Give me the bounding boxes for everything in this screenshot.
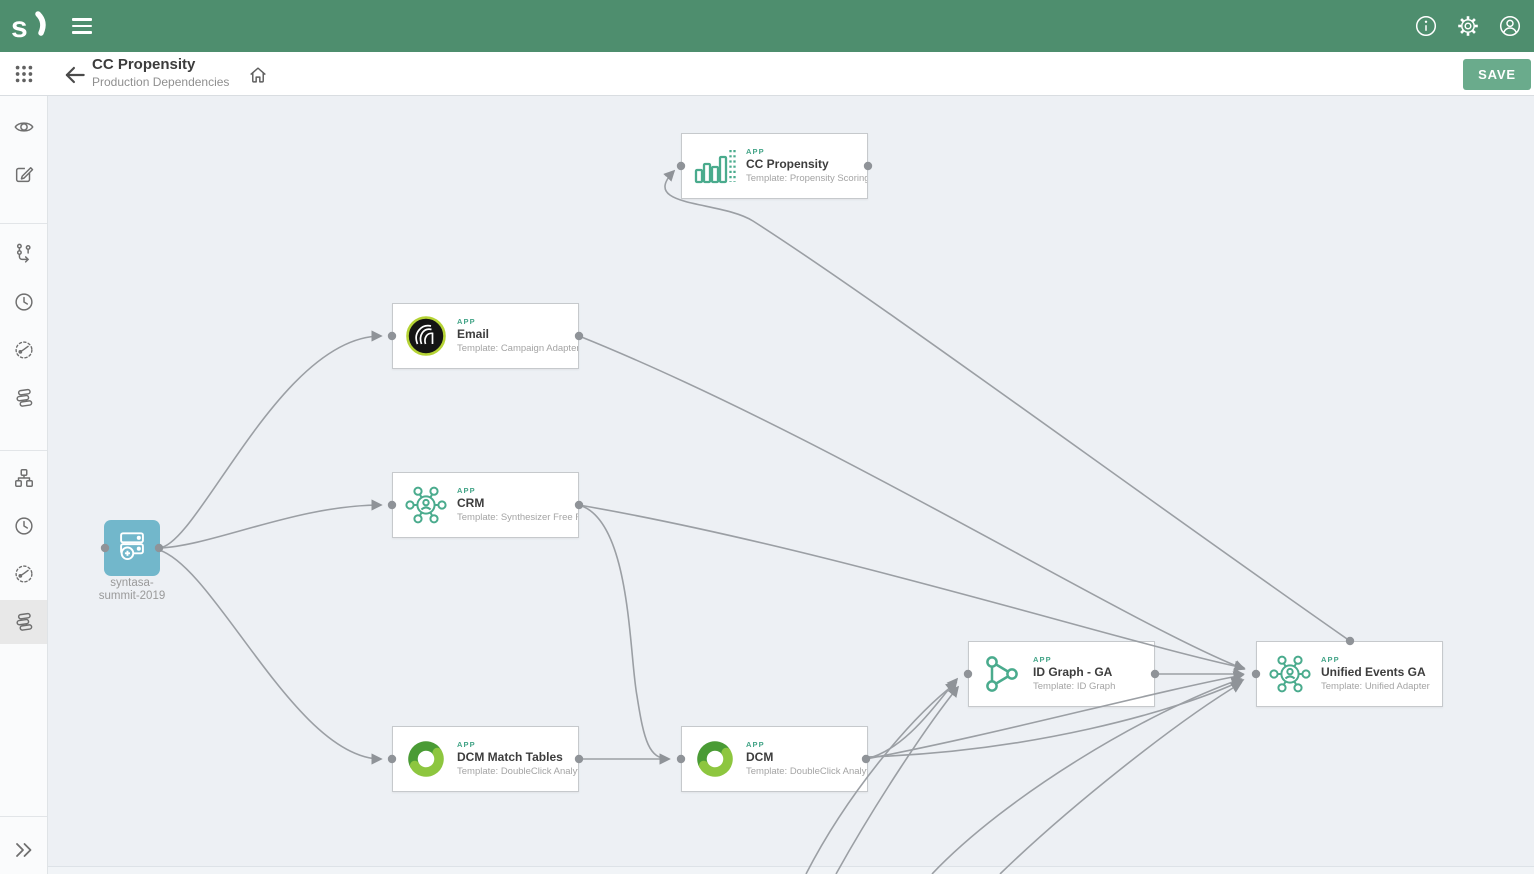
node-text: APPDCMTemplate: DoubleClick Analytics Ad… <box>746 740 867 778</box>
node-template: Template: Campaign Adapter <box>457 342 578 355</box>
canvas-bottom-edge <box>48 866 1534 874</box>
expand-sidebar-icon[interactable] <box>0 828 47 872</box>
tool-sidebar <box>0 52 48 874</box>
node-text: APPUnified Events GATemplate: Unified Ad… <box>1321 655 1430 693</box>
node-title: Email <box>457 327 578 342</box>
node-id-graph-ga[interactable]: APPID Graph - GATemplate: ID Graph <box>968 641 1155 707</box>
flow-icon[interactable] <box>0 231 47 275</box>
email-logo-icon <box>404 314 448 358</box>
home-icon[interactable] <box>247 64 269 86</box>
edge-unified-events-ga-to-cc-propensity <box>665 171 1350 641</box>
node-title: Unified Events GA <box>1321 665 1430 680</box>
stack-icon[interactable] <box>0 600 47 644</box>
schema-icon[interactable] <box>0 456 47 500</box>
database-add-icon <box>112 526 152 571</box>
edge-source-to-dcm-match-tables <box>159 550 381 759</box>
node-template: Template: ID Graph <box>1033 680 1115 693</box>
node-text: APPCRMTemplate: Synthesizer Free Form <box>457 486 578 524</box>
node-title: CRM <box>457 496 578 511</box>
node-text: APPEmailTemplate: Campaign Adapter <box>457 317 578 355</box>
page-header: CC Propensity Production Dependencies SA… <box>0 52 1534 96</box>
node-type-label: APP <box>457 740 578 750</box>
node-template: Template: Unified Adapter <box>1321 680 1430 693</box>
node-type-label: APP <box>457 317 578 327</box>
node-title: DCM <box>746 750 867 765</box>
node-type-label: APP <box>1321 655 1430 665</box>
node-type-label: APP <box>746 740 867 750</box>
node-cc-propensity[interactable]: APPCC PropensityTemplate: Propensity Sco… <box>681 133 868 199</box>
settings-gear-icon[interactable] <box>1456 14 1480 38</box>
back-arrow-icon[interactable] <box>62 62 88 88</box>
network-icon <box>404 483 448 527</box>
node-title: DCM Match Tables <box>457 750 578 765</box>
edge-source-to-email <box>159 336 381 548</box>
top-app-bar: s <box>0 0 1534 52</box>
node-text: APPCC PropensityTemplate: Propensity Sco… <box>746 147 867 185</box>
edge-offscreen-bottom-to-unified-events-ga <box>932 679 1241 874</box>
node-template: Template: DoubleClick Analytics Adapter <box>457 765 578 778</box>
node-type-label: APP <box>1033 655 1115 665</box>
sidebar-divider <box>0 816 47 817</box>
node-title: ID Graph - GA <box>1033 665 1115 680</box>
node-template: Template: DoubleClick Analytics Adapter <box>746 765 867 778</box>
history-icon[interactable] <box>0 504 47 548</box>
node-email[interactable]: APPEmailTemplate: Campaign Adapter <box>392 303 579 369</box>
gauge-icon[interactable] <box>0 328 47 372</box>
menu-icon[interactable] <box>62 6 102 46</box>
source-node-syntasa-summit-2019[interactable] <box>104 520 160 576</box>
propensity-chart-icon <box>693 144 737 188</box>
history-icon[interactable] <box>0 280 47 324</box>
node-dcm[interactable]: APPDCMTemplate: DoubleClick Analytics Ad… <box>681 726 868 792</box>
edge-crm-to-dcm <box>579 505 669 759</box>
visibility-icon[interactable] <box>0 105 47 149</box>
node-type-label: APP <box>746 147 867 157</box>
edit-icon[interactable] <box>0 152 47 196</box>
apps-grid-icon[interactable] <box>0 52 48 96</box>
sidebar-divider <box>0 450 47 451</box>
node-title: CC Propensity <box>746 157 867 172</box>
save-button[interactable]: SAVE <box>1463 59 1531 90</box>
node-template: Template: Synthesizer Free Form <box>457 511 578 524</box>
syntasa-logo: s <box>8 6 54 46</box>
svg-text:s: s <box>11 11 28 44</box>
stack-icon[interactable] <box>0 376 47 420</box>
network-icon <box>1268 652 1312 696</box>
idgraph-icon <box>980 652 1024 696</box>
edge-dcm-to-id-graph-ga <box>866 679 957 759</box>
page-title: CC Propensity <box>92 55 229 74</box>
page-subtitle: Production Dependencies <box>92 74 229 90</box>
edge-offscreen-bottom-to-unified-events-ga <box>1000 683 1241 874</box>
edge-source-to-crm <box>159 505 381 548</box>
info-icon[interactable] <box>1414 14 1438 38</box>
edge-email-to-unified-events-ga <box>579 336 1244 669</box>
account-icon[interactable] <box>1498 14 1522 38</box>
node-text: APPID Graph - GATemplate: ID Graph <box>1033 655 1115 693</box>
node-dcm-match-tables[interactable]: APPDCM Match TablesTemplate: DoubleClick… <box>392 726 579 792</box>
doubleclick-icon <box>404 737 448 781</box>
node-text: APPDCM Match TablesTemplate: DoubleClick… <box>457 740 578 778</box>
node-crm[interactable]: APPCRMTemplate: Synthesizer Free Form <box>392 472 579 538</box>
sidebar-divider <box>0 223 47 224</box>
gauge-icon[interactable] <box>0 552 47 596</box>
node-unified-events-ga[interactable]: APPUnified Events GATemplate: Unified Ad… <box>1256 641 1443 707</box>
node-type-label: APP <box>457 486 578 496</box>
doubleclick-icon <box>693 737 737 781</box>
dependency-graph-canvas[interactable]: syntasa-summit-2019APPCC PropensityTempl… <box>48 96 1534 874</box>
source-node-label: syntasa-summit-2019 <box>92 577 172 602</box>
node-template: Template: Propensity Scoring <box>746 172 867 185</box>
